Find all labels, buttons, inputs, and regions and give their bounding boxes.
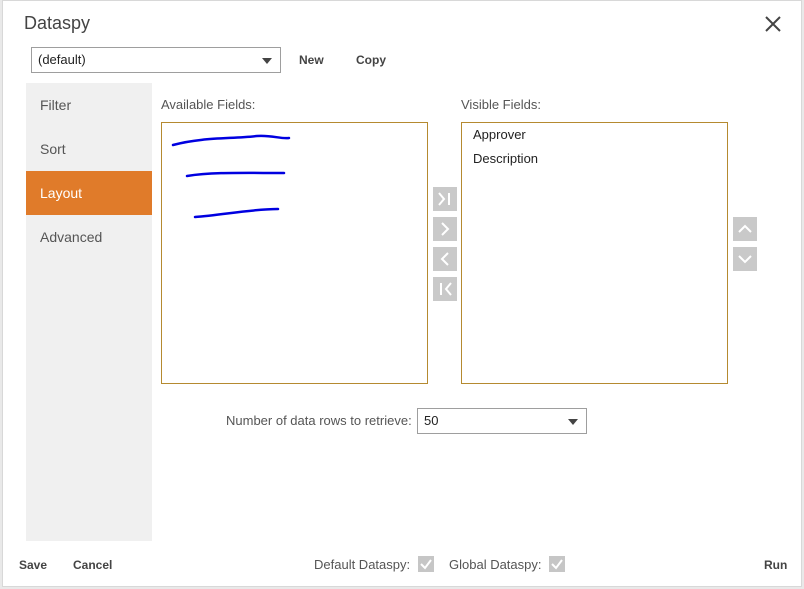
available-fields-list[interactable] [161,122,428,384]
copy-button[interactable]: Copy [356,53,386,67]
dataspy-dialog: Dataspy (default) New Copy Filter Sort L… [2,0,802,587]
cancel-button[interactable]: Cancel [73,558,112,572]
global-dataspy-checkbox[interactable] [549,556,565,572]
move-down-icon[interactable] [733,247,757,271]
move-left-icon[interactable] [433,247,457,271]
move-all-left-icon[interactable] [433,277,457,301]
tab-sort[interactable]: Sort [26,127,152,171]
move-right-icon[interactable] [433,217,457,241]
dialog-title: Dataspy [24,13,91,33]
visible-fields-label: Visible Fields: [461,97,541,112]
dataspy-select-value: (default) [38,52,86,67]
run-button[interactable]: Run [764,558,787,572]
tab-layout[interactable]: Layout [26,171,152,215]
default-dataspy-label: Default Dataspy: [314,557,411,572]
redaction-scribbles [171,134,291,219]
move-all-right-icon[interactable] [433,187,457,211]
rows-label: Number of data rows to retrieve: [226,413,412,428]
check-icon [551,559,563,570]
global-dataspy-label: Global Dataspy: [449,557,542,572]
tab-advanced[interactable]: Advanced [26,215,152,259]
tab-filter[interactable]: Filter [26,83,152,127]
available-fields-label: Available Fields: [161,97,256,112]
new-button[interactable]: New [299,53,324,67]
list-item[interactable]: Description [462,147,727,171]
rows-select[interactable]: 50 [417,408,587,434]
move-up-icon[interactable] [733,217,757,241]
save-button[interactable]: Save [19,558,47,572]
default-dataspy-checkbox[interactable] [418,556,434,572]
list-item[interactable]: Approver [462,123,727,147]
visible-fields-list[interactable]: Approver Description [461,122,728,384]
close-icon[interactable] [763,14,783,34]
sidebar: Filter Sort Layout Advanced [26,83,152,541]
chevron-down-icon [568,419,578,425]
dataspy-select[interactable]: (default) [31,47,281,73]
check-icon [420,559,432,570]
chevron-down-icon [262,58,272,64]
rows-select-value: 50 [424,413,439,428]
